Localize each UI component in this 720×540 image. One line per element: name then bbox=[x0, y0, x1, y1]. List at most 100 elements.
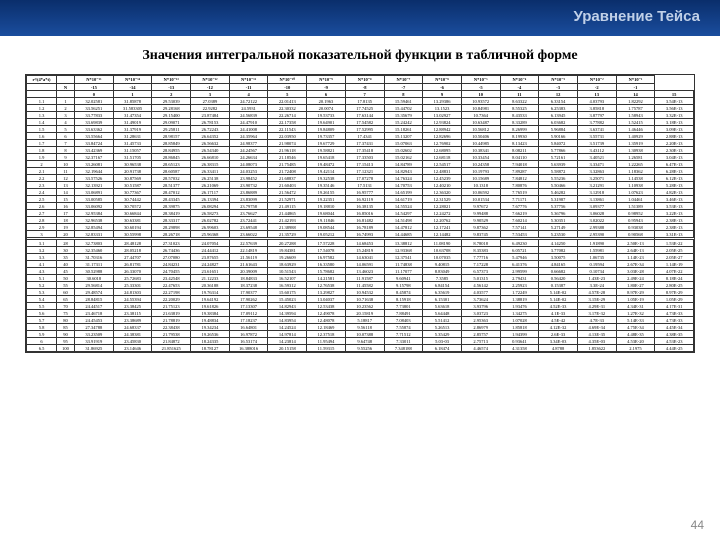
table-cell: 26.58273 bbox=[191, 210, 230, 217]
header-cell: 4 bbox=[229, 91, 268, 98]
table-cell: 33.91919 bbox=[75, 338, 114, 345]
table-cell: 5.26513 bbox=[423, 324, 462, 331]
header-cell: N*10⁻⁶ bbox=[423, 76, 462, 84]
table-cell: 16.64801 bbox=[229, 324, 268, 331]
table-cell: 4.29E-31 bbox=[577, 303, 616, 310]
table-cell: 17.63144 bbox=[345, 112, 384, 119]
table-cell: 33.23509 bbox=[75, 331, 114, 338]
table-row: 2.61633.0609230.7057228.3987526.0829423.… bbox=[27, 203, 694, 210]
table-cell: 31.17311 bbox=[75, 261, 114, 268]
table-cell: 8.97E-29 bbox=[616, 289, 655, 296]
table-cell: 15.02162 bbox=[384, 154, 423, 161]
table-cell: 4.52E-33 bbox=[539, 303, 578, 310]
table-cell: 7.80876 bbox=[500, 182, 539, 189]
table-cell: 31.86925 bbox=[75, 345, 114, 352]
table-cell: 22.57639 bbox=[229, 240, 268, 247]
table-cell: 3 bbox=[27, 231, 57, 238]
table-cell: 16.74993 bbox=[345, 231, 384, 238]
table-cell: 20 bbox=[57, 231, 75, 238]
table-cell: 1.38819 bbox=[500, 296, 539, 303]
table-cell: 10.07388 bbox=[345, 331, 384, 338]
table-cell: 2.80E-25 bbox=[655, 282, 694, 289]
table-cell: 11.74838 bbox=[384, 261, 423, 268]
table-cell: 6.15301 bbox=[423, 296, 462, 303]
table-cell: 14.23814 bbox=[268, 338, 307, 345]
table-cell: 2.88E-13 bbox=[655, 133, 694, 140]
table-cell: 31.15057 bbox=[113, 147, 152, 154]
table-cell: 17.15413 bbox=[345, 161, 384, 168]
header-cell bbox=[57, 91, 75, 98]
table-cell: 33.69839 bbox=[75, 119, 114, 126]
table-cell: 16.85016 bbox=[345, 210, 384, 217]
header-cell: N*10⁻⁴ bbox=[500, 76, 539, 84]
table-cell: 4.03793 bbox=[577, 98, 616, 105]
header-cell: N bbox=[57, 84, 75, 91]
table-cell: 3.55731 bbox=[577, 133, 616, 140]
table-cell: 21.75485 bbox=[268, 161, 307, 168]
table-cell: 10.44985 bbox=[461, 140, 500, 147]
table-cell: 24.08073 bbox=[229, 161, 268, 168]
table-cell: 19.42114 bbox=[307, 168, 346, 175]
table-cell: 6.12E-13 bbox=[655, 175, 694, 182]
table-cell: 4.84165 bbox=[539, 261, 578, 268]
table-cell: 16.38135 bbox=[345, 203, 384, 210]
table-cell: 2.38E-13 bbox=[655, 224, 694, 231]
table-cell: 1.46446 bbox=[616, 126, 655, 133]
table-cell: 19.26609 bbox=[268, 254, 307, 261]
header-cell: N*10⁻⁸ bbox=[345, 76, 384, 84]
table-cell: 7.53453 bbox=[500, 231, 539, 238]
header-cell: 13 bbox=[577, 91, 616, 98]
table-cell: 16.97582 bbox=[307, 254, 346, 261]
table-cell: 7.3585 bbox=[423, 275, 462, 282]
table-cell: 2.49E-24 bbox=[616, 275, 655, 282]
table-cell: 10.15689 bbox=[461, 175, 500, 182]
table-cell: 26.66810 bbox=[191, 154, 230, 161]
header-cell: N*10⁻² bbox=[577, 76, 616, 84]
table-cell: 3.85818 bbox=[577, 105, 616, 112]
header-cell: N*10⁻⁵ bbox=[461, 76, 500, 84]
table-cell: 2.30E-13 bbox=[655, 147, 694, 154]
header-cell: -14 bbox=[113, 84, 152, 91]
table-cell: 14.61719 bbox=[384, 196, 423, 203]
table-cell: 20.91738 bbox=[113, 168, 152, 175]
table-cell: 32.02581 bbox=[75, 98, 114, 105]
header-bar: Уравнение Тейса bbox=[0, 0, 720, 36]
table-cell: 3.73624 bbox=[461, 296, 500, 303]
table-cell: 2 bbox=[57, 105, 75, 112]
table-cell: 6.35619 bbox=[423, 289, 462, 296]
table-cell: 8.55325 bbox=[500, 105, 539, 112]
table-cell: 1.06735 bbox=[577, 254, 616, 261]
table-cell: 8.08211 bbox=[500, 147, 539, 154]
table-cell: 7.17228 bbox=[461, 261, 500, 268]
table-cell: 5.8 bbox=[27, 324, 57, 331]
table-cell: 15.45023 bbox=[268, 296, 307, 303]
table-cell: 18.84833 bbox=[229, 275, 268, 282]
table-cell: 30.52988 bbox=[75, 268, 114, 275]
table-cell: 3.56E-13 bbox=[655, 105, 694, 112]
table-cell: 1.91890 bbox=[577, 240, 616, 247]
table-cell: 4.3 bbox=[27, 268, 57, 275]
table-cell: 3.32863 bbox=[577, 168, 616, 175]
table-cell: 22.01413 bbox=[268, 98, 307, 105]
table-cell: 22.30332 bbox=[268, 105, 307, 112]
table-cell: 17.5131 bbox=[345, 182, 384, 189]
table-cell: 28.29898 bbox=[152, 224, 191, 231]
table-cell: 21.35729 bbox=[268, 231, 307, 238]
header-row-1: r²/(4*a*t)N*10⁻¹⁵N*10⁻¹⁴N*10⁻¹³N*10⁻¹²N*… bbox=[27, 76, 694, 84]
table-cell: 7.33011 bbox=[384, 338, 423, 345]
table-cell: 0.56420 bbox=[539, 275, 578, 282]
header-cell bbox=[27, 84, 57, 91]
table-cell: 28.39875 bbox=[152, 203, 191, 210]
table-cell: 12.17241 bbox=[423, 224, 462, 231]
table-cell: 14.63041 bbox=[345, 254, 384, 261]
table-cell: 1.52415 bbox=[616, 119, 655, 126]
table-cell: 30.60194 bbox=[113, 224, 152, 231]
table-cell: 30.55998 bbox=[113, 231, 152, 238]
table-cell: 2.5 bbox=[27, 196, 57, 203]
table-cell: 11.45582 bbox=[345, 282, 384, 289]
table-cell: 14.24524 bbox=[268, 324, 307, 331]
table-cell: 5.14E-02 bbox=[539, 289, 578, 296]
table-cell: 24.26634 bbox=[229, 154, 268, 161]
table-cell: 5.37756 bbox=[539, 203, 578, 210]
table-cell: 2.38E-13 bbox=[655, 217, 694, 224]
